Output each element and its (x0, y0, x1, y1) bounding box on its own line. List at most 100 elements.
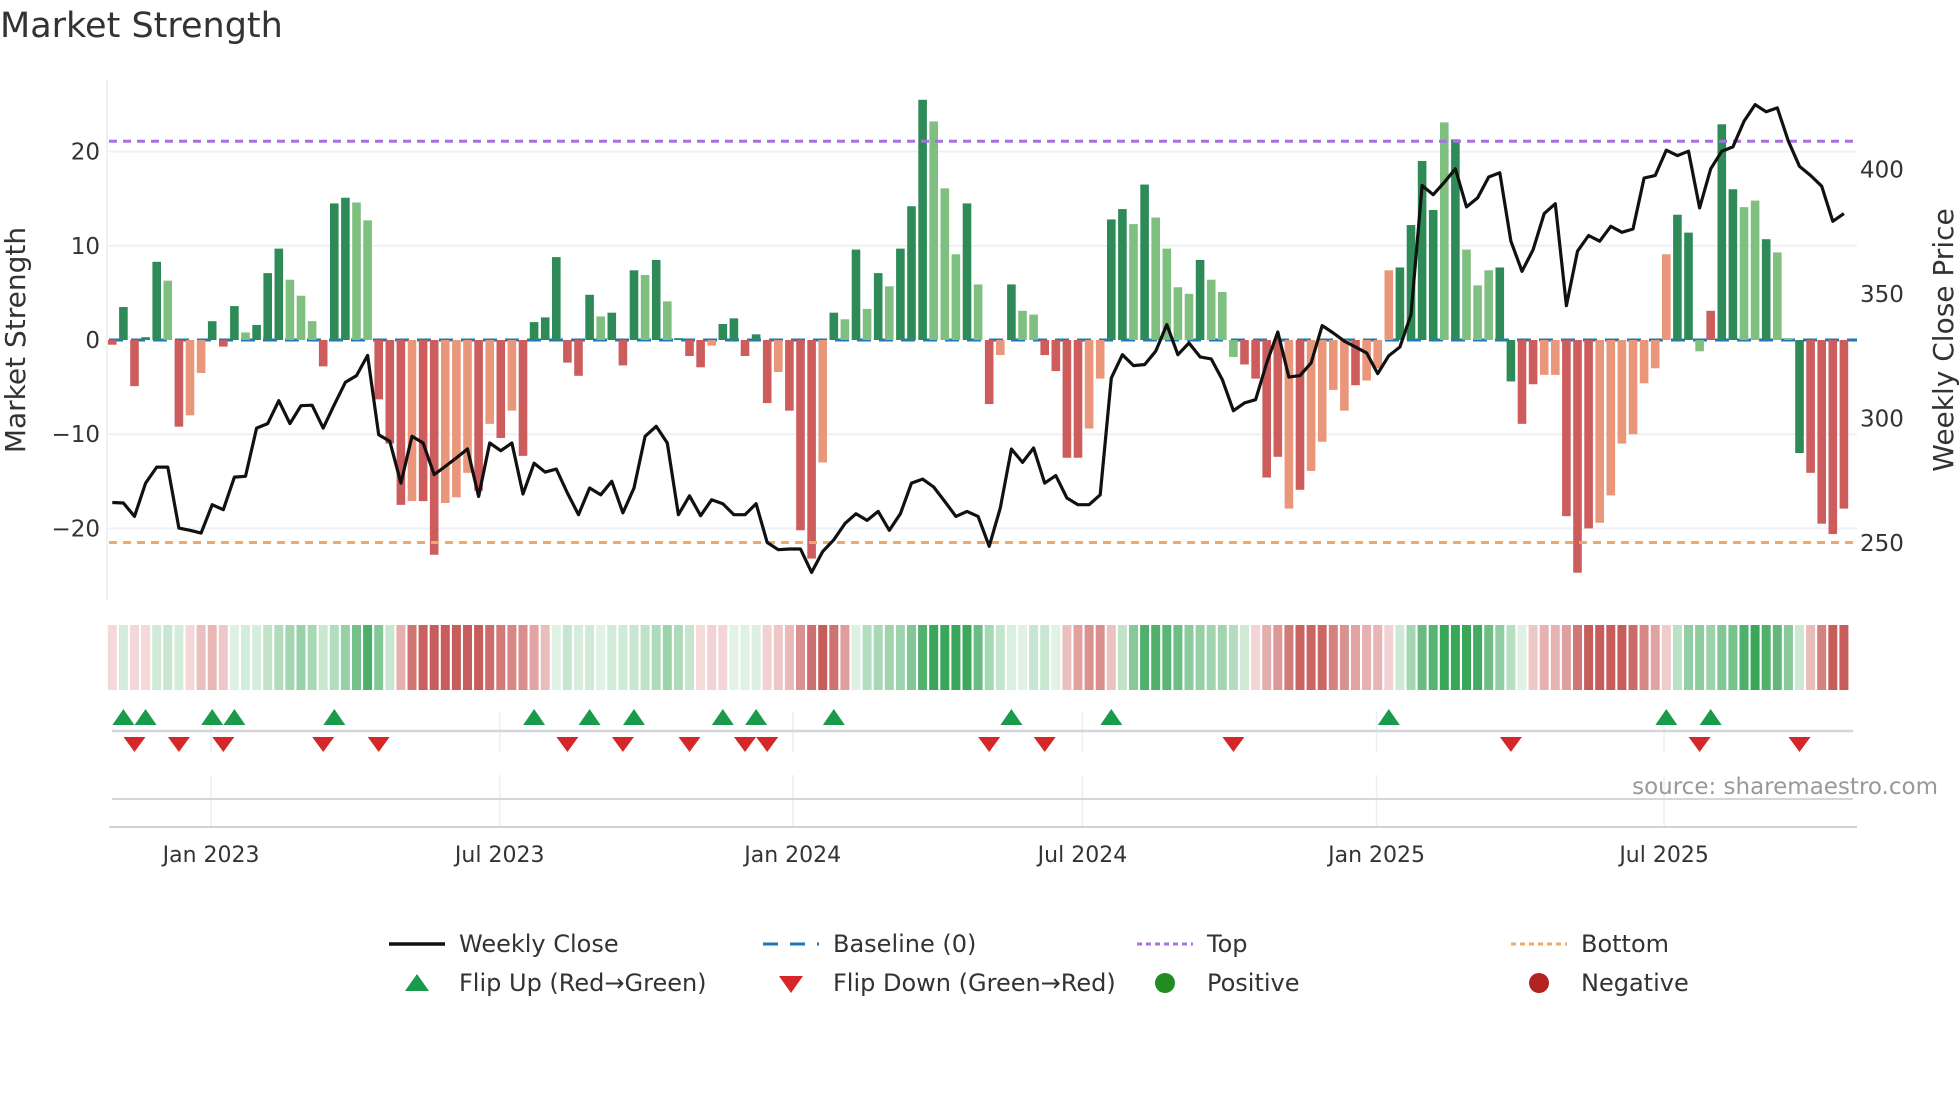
strength-bar (1784, 338, 1793, 340)
strength-bar (663, 301, 672, 340)
strength-bar (1795, 340, 1804, 454)
strength-bar (307, 321, 317, 340)
strength-bar (873, 273, 883, 340)
flip-down-marker (1499, 737, 1522, 752)
heat-cell (1217, 625, 1227, 690)
heat-cell (1351, 625, 1360, 690)
heat-cell (363, 625, 373, 690)
dashed-line-icon (763, 942, 819, 946)
strength-bar (1528, 340, 1538, 385)
heat-cell (651, 625, 661, 690)
heat-cell (196, 625, 206, 690)
flip-down-marker (1788, 737, 1811, 752)
heat-cell (640, 625, 650, 690)
strength-bar (1695, 340, 1704, 352)
flip-up-marker (745, 709, 768, 725)
heat-cell (929, 625, 939, 690)
strength-bar (1440, 122, 1449, 341)
strength-bar (1650, 340, 1660, 369)
strength-bar (1240, 340, 1249, 365)
heat-cell (252, 625, 262, 690)
heat-cell (296, 625, 306, 690)
heat-cell (951, 625, 961, 690)
flip-up-marker (1000, 709, 1023, 725)
heat-cell (1195, 625, 1205, 690)
heat-cell (1539, 625, 1549, 690)
heat-cell (1717, 625, 1727, 690)
heat-cell (1295, 625, 1305, 690)
heat-cell (385, 625, 395, 690)
heat-cell (1428, 625, 1438, 690)
heat-cell (130, 625, 139, 690)
strength-bar (1195, 259, 1205, 340)
flip-up-marker (578, 709, 601, 725)
strength-bar (285, 279, 295, 340)
strength-bar (352, 202, 361, 340)
legend-top: Top (1135, 929, 1248, 959)
strength-bar (640, 275, 650, 340)
strength-bar (252, 324, 261, 340)
y2-tick-label: 300 (1860, 406, 1904, 432)
heat-cell (1417, 625, 1427, 690)
x-tick-label: Jan 2024 (742, 843, 841, 868)
heat-cell (374, 625, 384, 690)
strength-bar (1084, 340, 1094, 429)
heat-cell (496, 625, 506, 690)
heat-cell (329, 625, 339, 690)
strength-bar (1806, 340, 1815, 473)
strength-bar (330, 203, 339, 340)
strength-bar (918, 99, 927, 340)
heat-cell (1406, 625, 1416, 690)
heat-cell (1073, 625, 1083, 690)
heat-cell (1473, 625, 1483, 690)
threshold-lines (109, 139, 1857, 545)
heat-cell (762, 625, 772, 690)
heat-cell (274, 625, 284, 690)
heat-cell (1051, 625, 1061, 690)
strength-bar (751, 334, 761, 340)
strength-bar (1706, 310, 1715, 340)
strength-bar (441, 340, 450, 503)
strength-bar (219, 340, 228, 347)
heat-cell (1772, 625, 1782, 690)
strength-bar (1628, 340, 1638, 435)
strength-bar (163, 280, 173, 340)
strength-bar (385, 340, 395, 444)
strength-bar (1539, 340, 1549, 375)
heat-cell (1395, 625, 1405, 690)
strength-bar (851, 249, 861, 340)
heat-cell (1617, 625, 1627, 690)
heat-cell (1795, 625, 1804, 690)
flip-up-marker (223, 709, 246, 725)
strength-bar (984, 340, 994, 405)
heat-cell (340, 625, 350, 690)
triangle-up-icon (405, 974, 429, 991)
legend-label: Positive (1207, 969, 1300, 997)
heat-cell (751, 625, 761, 690)
strength-bar (1595, 340, 1604, 523)
strength-bar (1206, 279, 1216, 340)
flip-up-marker (1377, 709, 1400, 725)
legend-label: Weekly Close (459, 930, 619, 958)
flip-up-marker (822, 709, 845, 725)
heat-cell (1273, 625, 1283, 690)
legend-label: Negative (1581, 969, 1689, 997)
circle-icon (1529, 973, 1549, 993)
flip-down-marker (756, 737, 779, 752)
solid-line-icon (389, 942, 445, 946)
heat-cell (1561, 625, 1571, 690)
strength-bar (1495, 267, 1505, 340)
heat-cell (207, 625, 217, 690)
heat-cell (1584, 625, 1594, 690)
heat-cell (1095, 625, 1105, 690)
flip-down-marker (678, 737, 701, 752)
heat-cell (707, 625, 717, 690)
heat-cell (962, 625, 972, 690)
strength-bar (707, 340, 716, 346)
y-tick-label: −20 (51, 516, 100, 542)
strength-bar (718, 323, 728, 340)
heat-cell (1306, 625, 1316, 690)
heat-cell (1450, 625, 1460, 690)
legend-label: Flip Up (Red→Green) (459, 969, 707, 997)
heat-cell (407, 625, 417, 690)
